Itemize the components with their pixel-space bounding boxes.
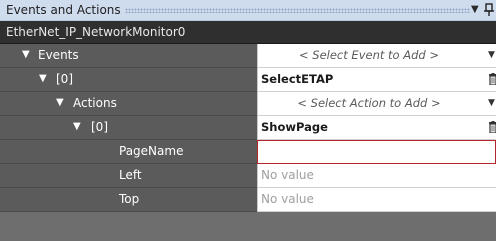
actions-row: ▼ Actions < Select Action to Add > ▼ <box>0 92 496 116</box>
object-name: EtherNet_IP_NetworkMonitor0 <box>6 25 186 39</box>
action-0-value: ShowPage <box>261 120 328 134</box>
titlebar-grip <box>125 8 470 13</box>
event-0-value: SelectETAP <box>261 72 334 86</box>
select-event-dropdown[interactable]: < Select Event to Add > ▼ <box>257 44 496 68</box>
actions-label-cell[interactable]: ▼ Actions <box>0 92 257 116</box>
top-input[interactable]: No value <box>257 188 496 212</box>
pagename-row: PageName <box>0 140 496 164</box>
expand-triangle-icon[interactable]: ▼ <box>73 121 81 132</box>
panel-title: Events and Actions <box>6 3 121 17</box>
action-0-label: [0] <box>91 120 108 134</box>
pagename-label-cell: PageName <box>0 140 257 164</box>
select-event-placeholder: < Select Event to Add > <box>299 48 439 62</box>
top-value: No value <box>261 192 314 206</box>
pagename-input[interactable] <box>257 140 496 164</box>
actions-label: Actions <box>73 96 117 110</box>
expand-triangle-icon[interactable]: ▼ <box>22 49 30 60</box>
event-0-label: [0] <box>56 72 73 86</box>
pin-icon[interactable] <box>482 1 496 19</box>
select-action-dropdown[interactable]: < Select Action to Add > ▼ <box>257 92 496 116</box>
top-label: Top <box>119 192 140 206</box>
top-label-cell: Top <box>0 188 257 212</box>
delete-event-trash-icon[interactable] <box>489 73 496 85</box>
left-input[interactable]: No value <box>257 164 496 188</box>
event-0-value-cell[interactable]: SelectETAP <box>257 68 496 92</box>
left-row: Left No value <box>0 164 496 188</box>
event-0-label-cell[interactable]: ▼ [0] <box>0 68 257 92</box>
left-label-cell: Left <box>0 164 257 188</box>
dropdown-arrow-icon[interactable]: ▼ <box>488 98 495 108</box>
action-0-label-cell[interactable]: ▼ [0] <box>0 116 257 140</box>
panel-titlebar[interactable]: Events and Actions ▼ <box>0 0 496 21</box>
event-0-row: ▼ [0] SelectETAP <box>0 68 496 92</box>
action-0-row: ▼ [0] ShowPage <box>0 116 496 140</box>
dropdown-arrow-icon[interactable]: ▼ <box>488 50 495 60</box>
events-actions-panel: Events and Actions ▼ EtherNet_IP_Network… <box>0 0 496 241</box>
top-row: Top No value <box>0 188 496 212</box>
events-label-cell[interactable]: ▼ Events <box>0 44 257 68</box>
window-menu-dropdown-icon[interactable]: ▼ <box>471 4 479 15</box>
delete-action-trash-icon[interactable] <box>489 121 496 133</box>
expand-triangle-icon[interactable]: ▼ <box>56 97 64 108</box>
pagename-label: PageName <box>119 144 184 158</box>
select-action-placeholder: < Select Action to Add > <box>297 96 441 110</box>
events-row: ▼ Events < Select Event to Add > ▼ <box>0 44 496 68</box>
left-label: Left <box>119 168 142 182</box>
expand-triangle-icon[interactable]: ▼ <box>39 73 47 84</box>
object-name-header: EtherNet_IP_NetworkMonitor0 <box>0 21 496 44</box>
events-label: Events <box>38 48 79 62</box>
action-0-value-cell[interactable]: ShowPage <box>257 116 496 140</box>
left-value: No value <box>261 168 314 182</box>
